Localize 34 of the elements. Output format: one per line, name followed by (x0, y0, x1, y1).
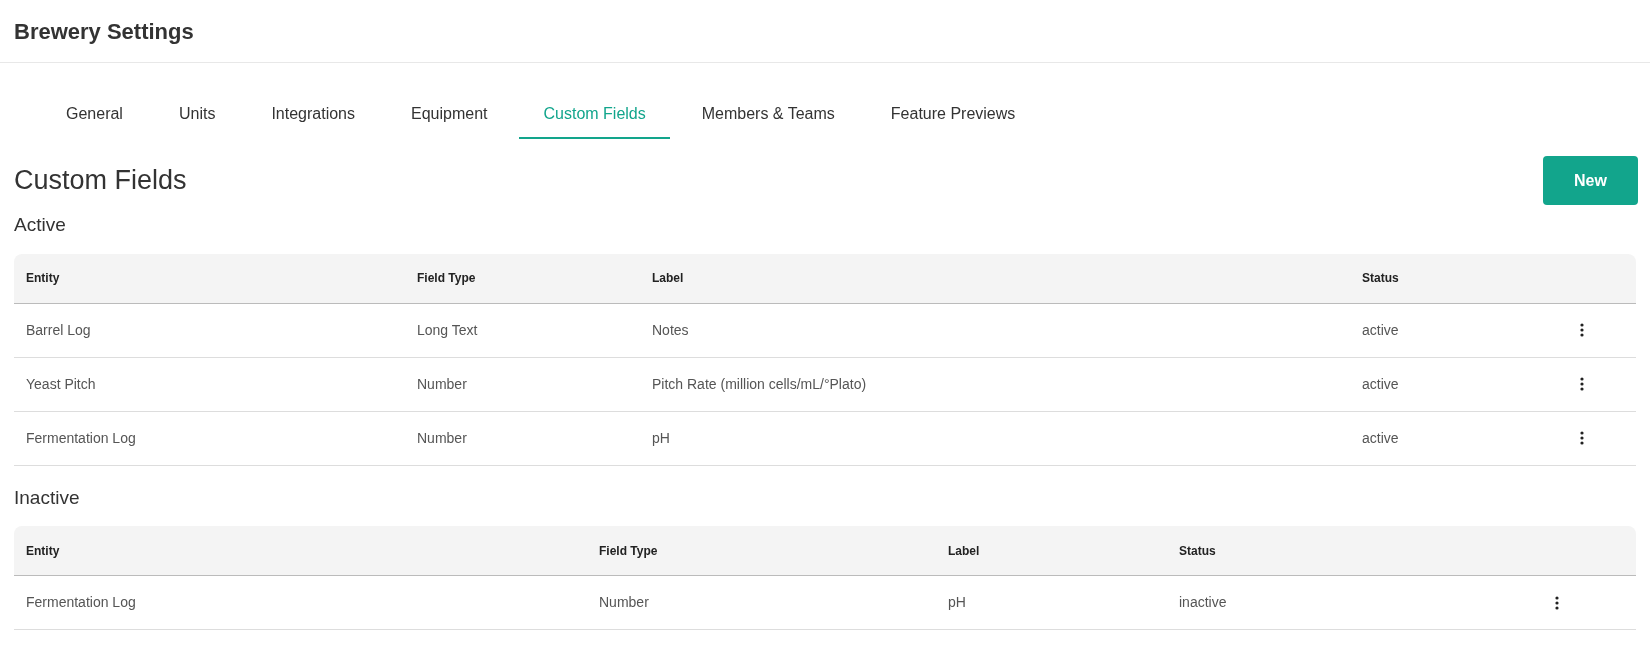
settings-tab[interactable]: Units (154, 91, 240, 139)
group-heading: Active (14, 213, 67, 237)
group-heading: Inactive (14, 485, 81, 510)
column-header: Label (947, 542, 981, 560)
page-header-title: Brewery Settings (14, 17, 194, 46)
table-cell-text: active (1361, 374, 1400, 394)
table-cell-text: active (1361, 428, 1400, 448)
section-heading: Custom Fields (14, 164, 187, 198)
table-cell-text: Number (416, 428, 468, 448)
settings-tab[interactable]: General (42, 91, 147, 139)
column-header: Status (1178, 542, 1217, 560)
column-header: Label (651, 270, 685, 287)
column-header: Entity (25, 542, 61, 560)
table-cell-text: pH (947, 593, 967, 612)
column-header: Field Type (598, 542, 659, 560)
table-cell-text: active (1361, 320, 1400, 340)
column-header: Field Type (416, 270, 477, 287)
column-header: Status (1361, 270, 1400, 287)
settings-tab[interactable]: Feature Previews (866, 91, 1040, 139)
table-cell-text: Fermentation Log (25, 593, 137, 612)
table-cell-text: Number (416, 374, 468, 394)
table-cell-text: Number (598, 593, 650, 612)
settings-tab[interactable]: Equipment (387, 91, 512, 139)
table-cell-text: Notes (651, 320, 690, 340)
settings-tab[interactable]: Members & Teams (677, 91, 859, 139)
table-cell-text: Fermentation Log (25, 428, 137, 448)
table-cell-text: Pitch Rate (million cells/mL/°Plato) (651, 374, 868, 394)
table-cell-text: Yeast Pitch (25, 374, 97, 394)
settings-tab[interactable]: Integrations (247, 91, 379, 139)
table-cell-text: Long Text (416, 320, 479, 340)
column-header: Entity (25, 270, 61, 287)
table-cell-text: Barrel Log (25, 320, 92, 340)
table-cell-text: pH (651, 428, 671, 448)
table-cell-text: inactive (1178, 593, 1228, 612)
